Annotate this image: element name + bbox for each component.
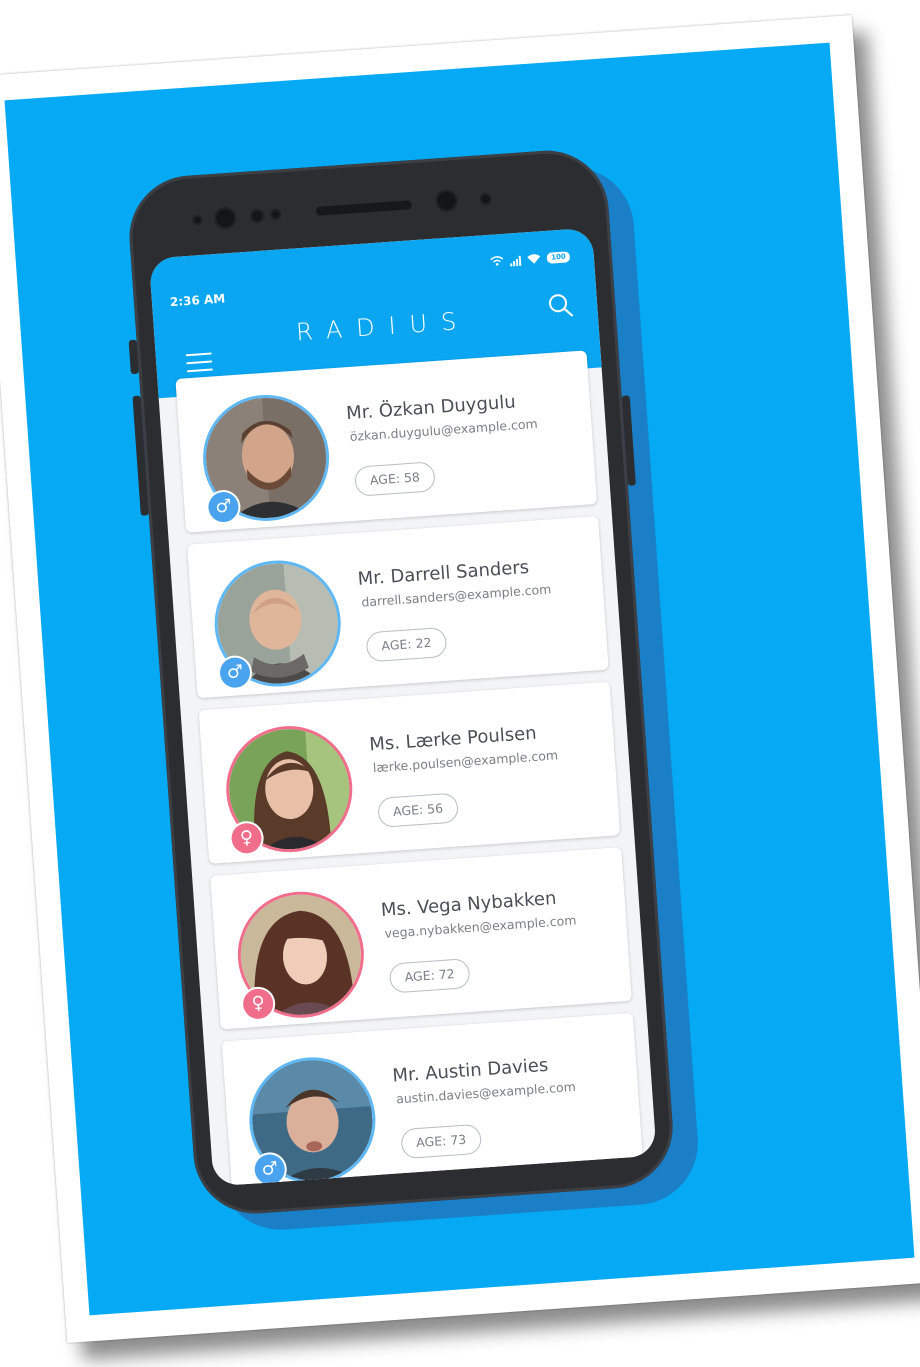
user-list: ♂ Mr. Özkan Duygulu özkan.duygulu@exampl… xyxy=(175,350,644,1187)
age-badge: AGE: 72 xyxy=(388,958,471,994)
phone-mockup: 2:36 AM 100 RADIUS ♂ Mr. Özkan Duygulu ö… xyxy=(125,146,702,1234)
wifi-icon xyxy=(527,249,542,269)
status-time: 2:36 AM xyxy=(169,291,226,310)
sensor-icon xyxy=(479,192,492,206)
hamburger-menu-icon[interactable] xyxy=(185,352,213,373)
sensor-icon xyxy=(249,208,265,224)
search-icon[interactable] xyxy=(546,291,574,319)
earpiece-speaker xyxy=(315,200,413,216)
volume-down-button xyxy=(132,395,149,516)
age-badge: AGE: 73 xyxy=(400,1123,483,1160)
phone-body: 2:36 AM 100 RADIUS ♂ Mr. Özkan Duygulu ö… xyxy=(125,146,677,1218)
sensor-icon xyxy=(269,208,282,221)
user-card[interactable]: ♀ Ms. Lærke Poulsen lærke.poulsen@exampl… xyxy=(198,681,621,864)
poster-paper: 2:36 AM 100 RADIUS ♂ Mr. Özkan Duygulu ö… xyxy=(0,15,920,1343)
iris-camera-icon xyxy=(434,188,459,213)
battery-icon: 100 xyxy=(546,251,571,264)
poster-background: 2:36 AM 100 RADIUS ♂ Mr. Özkan Duygulu ö… xyxy=(4,42,915,1316)
age-badge: AGE: 22 xyxy=(365,626,448,663)
signal-icon xyxy=(510,255,522,266)
age-badge: AGE: 56 xyxy=(377,792,460,828)
app-title: RADIUS xyxy=(295,306,472,347)
user-card[interactable]: ♂ Mr. Darrell Sanders darrell.sanders@ex… xyxy=(186,515,609,699)
volume-up-button xyxy=(128,339,139,375)
front-camera-icon xyxy=(213,206,238,230)
status-icons: 100 xyxy=(490,247,571,272)
user-card[interactable]: ♂ Mr. Austin Davies austin.davies@exampl… xyxy=(221,1012,644,1187)
age-badge: AGE: 58 xyxy=(353,461,436,497)
phone-screen: 2:36 AM 100 RADIUS ♂ Mr. Özkan Duygulu ö… xyxy=(148,227,657,1187)
user-card[interactable]: ♀ Ms. Vega Nybakken vega.nybakken@exampl… xyxy=(210,847,632,1030)
sensor-icon xyxy=(192,214,203,226)
wifi-calling-icon xyxy=(490,254,505,269)
user-card[interactable]: ♂ Mr. Özkan Duygulu özkan.duygulu@exampl… xyxy=(175,350,598,533)
